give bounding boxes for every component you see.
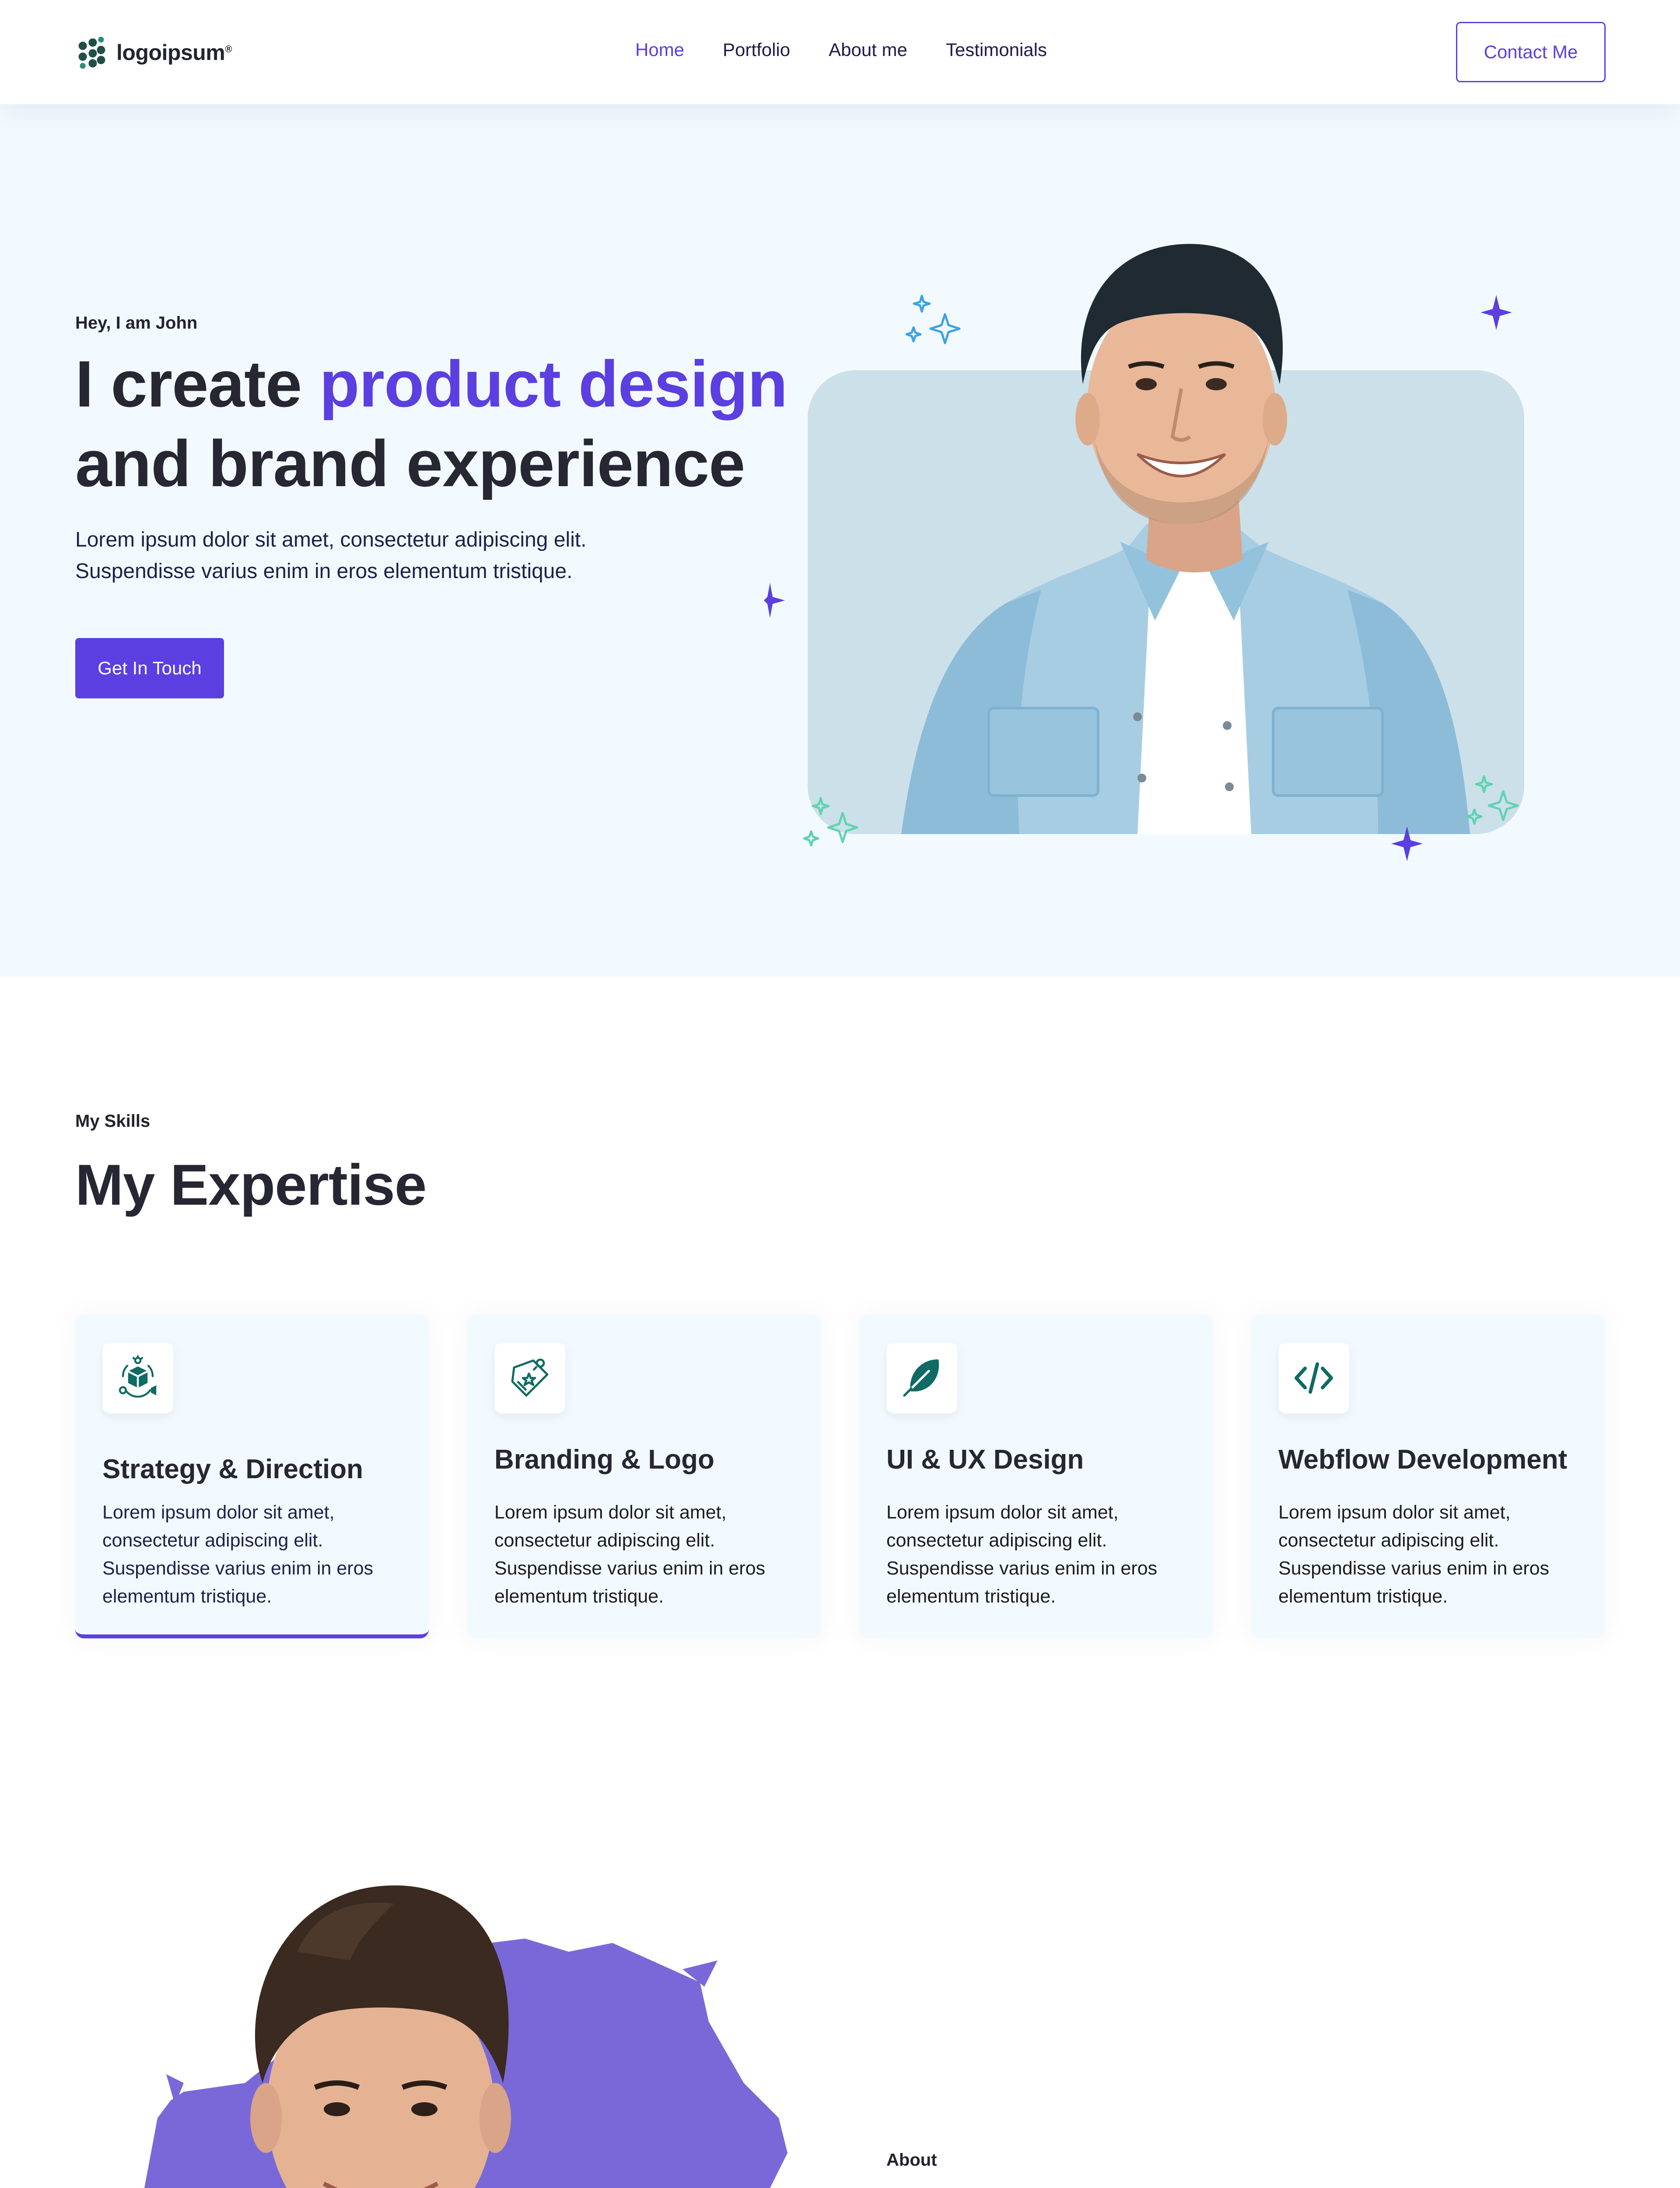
nav-link-portfolio[interactable]: Portfolio [723,39,790,60]
expertise-card-ui-ux[interactable]: UI & UX Design Lorem ipsum dolor sit ame… [859,1315,1213,1638]
card-text: Lorem ipsum dolor sit amet, consectetur … [102,1502,374,1607]
logo-mark-icon [78,36,105,69]
nav-link-testimonials[interactable]: Testimonials [946,39,1047,60]
headline-line2: and brand experience [75,427,746,500]
feather-icon [903,1359,939,1397]
logo[interactable]: logoipsum® [75,35,232,70]
expertise-card-webflow[interactable]: Webflow Development Lorem ipsum dolor si… [1251,1315,1605,1638]
hero-photo-backdrop [808,370,1524,834]
nav-link-home[interactable]: Home [635,39,684,60]
expertise-cards: Strategy & Direction Lorem ipsum dolor s… [75,1315,1606,1638]
top-navbar: logoipsum® Home Portfolio About me Testi… [0,0,1680,104]
get-in-touch-button[interactable]: Get In Touch [75,638,224,698]
strategy-icon [119,1355,157,1398]
hero-section: Hey, I am John I create product design an… [0,104,1680,977]
sparkle-cluster-green-icon [803,797,858,847]
sparkle-cluster-right-icon [1466,775,1519,825]
hero-description: Lorem ipsum dolor sit amet, consectetur … [75,528,587,583]
skills-title: My Expertise [75,1153,427,1217]
headline-plain: I create [75,347,320,421]
card-text: Lorem ipsum dolor sit amet, consectetur … [494,1502,766,1607]
code-icon [1295,1362,1333,1394]
card-title: Strategy & Direction [102,1454,364,1484]
price-tag-icon [511,1358,549,1397]
card-text: Lorem ipsum dolor sit amet, consectetur … [886,1502,1158,1607]
logo-text: logoipsum® [116,40,232,65]
card-text: Lorem ipsum dolor sit amet, consectetur … [1278,1502,1550,1607]
sparkle-star-small-icon [1391,826,1423,861]
about-portrait-image [144,1885,788,2188]
hero-greeting: Hey, I am John [75,313,198,333]
expertise-card-branding[interactable]: Branding & Logo Lorem ipsum dolor sit am… [467,1315,821,1638]
contact-me-button[interactable]: Contact Me [1456,22,1606,82]
expertise-card-strategy[interactable]: Strategy & Direction Lorem ipsum dolor s… [75,1315,429,1638]
main-nav: Home Portfolio About me Testimonials [635,39,1047,60]
card-title: Webflow Development [1278,1445,1568,1475]
card-title: UI & UX Design [886,1445,1084,1475]
hero-headline: I create product design and brand experie… [75,344,788,503]
sparkle-cluster-icon [905,295,961,344]
skills-kicker: My Skills [75,1112,150,1131]
sparkle-half-star-icon [764,583,785,618]
headline-accent: product design [319,347,788,421]
card-title: Branding & Logo [494,1445,714,1475]
about-kicker: About [886,2150,937,2170]
nav-link-about-me[interactable]: About me [829,39,907,60]
sparkle-star-icon [1480,295,1512,330]
